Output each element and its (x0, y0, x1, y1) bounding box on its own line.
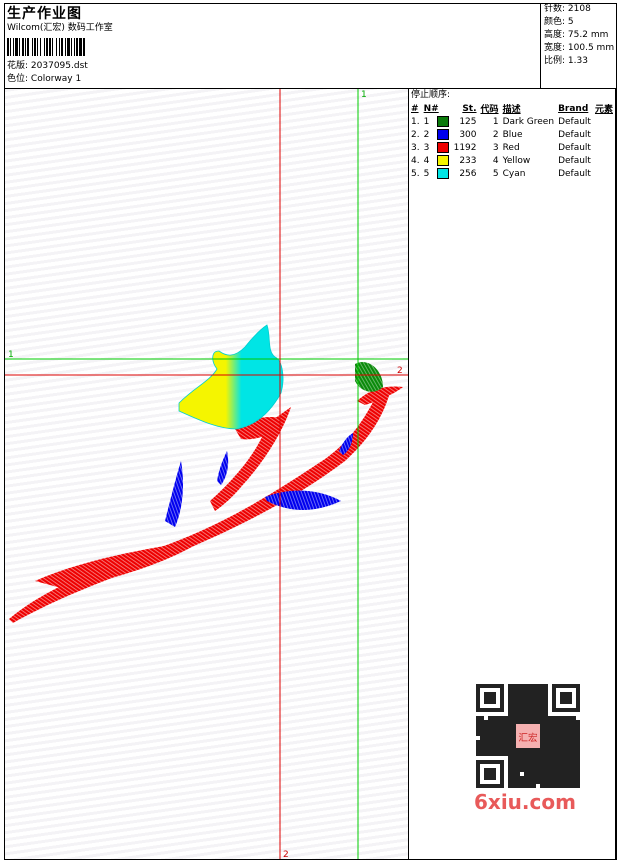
thread-stop-number: 5 (423, 169, 430, 179)
thread-element (593, 141, 615, 154)
thread-row: 3. 3 1192 3 Red Default (409, 141, 615, 154)
thread-color-swatch (437, 168, 450, 179)
thread-stop-number: 3 (423, 143, 430, 153)
thread-stitches: 233 (459, 155, 477, 166)
thread-stitches: 256 (459, 168, 477, 179)
thread-color-swatch (437, 129, 450, 140)
thread-stitches: 1192 (453, 142, 477, 153)
red-h-label: 2 (397, 366, 403, 376)
thread-stop-cell: 5 (422, 167, 452, 180)
thread-brand: Default (558, 155, 591, 166)
thread-row: 2. 2 300 2 Blue Default (409, 128, 615, 141)
thread-brand: Default (558, 129, 591, 140)
thread-table: # N# St. 代码 描述 Brand 元素 1. 1 125 1 Dark Gree… (409, 102, 615, 180)
stat-stitches: 针数: 2108 (544, 4, 591, 14)
thread-desc: Yellow (502, 155, 531, 166)
thread-stop-cell: 1 (422, 115, 452, 128)
thread-idx: 3. (411, 142, 420, 153)
thread-desc: Dark Green (502, 116, 555, 127)
thread-code: 3 (492, 142, 499, 153)
thread-idx: 5. (411, 168, 420, 179)
stat-height: 高度: 75.2 mm (544, 30, 609, 40)
stop-sequence-title: 停止顺序: (411, 90, 451, 100)
studio-name: Wilcom(汇宏) 数码工作室 (7, 23, 113, 33)
thread-code: 4 (492, 155, 499, 166)
design-label: 花版: (7, 61, 29, 71)
thread-idx: 2. (411, 129, 420, 140)
thread-color-swatch (437, 142, 450, 153)
thread-color-swatch (437, 116, 450, 127)
embroidery-design: 1 1 2 2 (5, 89, 408, 860)
thread-element (593, 167, 615, 180)
design-file-row: 花版: 2037095.dst (7, 61, 88, 72)
thread-color-swatch (437, 155, 450, 166)
green-v-label: 1 (361, 90, 367, 100)
thread-brand: Default (558, 116, 591, 127)
thread-stop-cell: 2 (422, 128, 452, 141)
thread-stitches: 300 (459, 129, 477, 140)
thread-stitches: 125 (459, 116, 477, 127)
thread-desc: Blue (502, 129, 523, 140)
stat-width: 宽度: 100.5 mm (544, 43, 615, 53)
sheet-title: 生产作业图 (7, 6, 82, 22)
red-leaf-lower (35, 539, 205, 589)
production-sheet: 生产作业图 Wilcom(汇宏) 数码工作室 花版: 2037095.dst 色… (0, 0, 620, 861)
thread-brand: Default (558, 168, 591, 179)
blue-leaf-left (165, 461, 183, 527)
thread-row: 1. 1 125 1 Dark Green Default (409, 115, 615, 128)
thread-code: 1 (492, 116, 499, 127)
colorway-label: 色位: (7, 74, 29, 84)
design-preview-canvas: 1 1 2 2 (4, 88, 409, 860)
green-h-label: 1 (8, 350, 14, 360)
thread-code: 2 (492, 129, 499, 140)
colorway-value: Colorway 1 (30, 74, 82, 84)
design-stats: 针数: 2108 颜色: 5 高度: 75.2 mm 宽度: 100.5 mm … (540, 3, 617, 88)
thread-row: 4. 4 233 4 Yellow Default (409, 154, 615, 167)
stat-colors: 颜色: 5 (544, 17, 574, 27)
design-file-value: 2037095.dst (30, 61, 88, 71)
thread-desc: Cyan (502, 168, 526, 179)
blue-leaf-mid (217, 451, 229, 485)
thread-stop-number: 2 (423, 130, 430, 140)
qr-code-image: 汇宏 (472, 680, 584, 792)
thread-brand: Default (558, 142, 591, 153)
thread-stop-cell: 3 (422, 141, 452, 154)
thread-stop-number: 4 (423, 156, 430, 166)
stamp-text: 汇宏 (518, 732, 537, 744)
thread-row: 5. 5 256 5 Cyan Default (409, 167, 615, 180)
thread-element (593, 128, 615, 141)
thread-idx: 4. (411, 155, 420, 166)
green-bud (355, 361, 383, 392)
thread-element (593, 154, 615, 167)
stat-scale: 比例: 1.33 (544, 56, 588, 66)
thread-table-header: # N# St. 代码 描述 Brand 元素 (411, 103, 613, 116)
red-v-label: 2 (283, 850, 289, 860)
flower-petals (178, 324, 284, 430)
thread-desc: Red (502, 142, 520, 153)
thread-code: 5 (492, 168, 499, 179)
thread-stop-cell: 4 (422, 154, 452, 167)
colorway-row: 色位: Colorway 1 (7, 74, 81, 85)
thread-element (593, 115, 615, 128)
blue-leaf-bottom (265, 490, 341, 510)
thread-stop-number: 1 (423, 117, 430, 127)
barcode-image (7, 38, 85, 56)
thread-idx: 1. (411, 116, 420, 127)
watermark-site: 6xiu.com (474, 790, 576, 814)
